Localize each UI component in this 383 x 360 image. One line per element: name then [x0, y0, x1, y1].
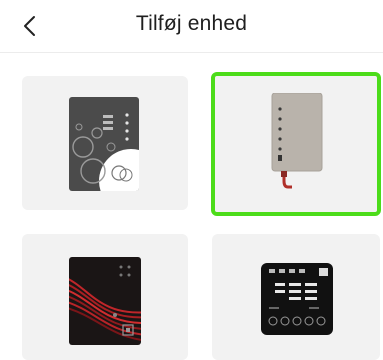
device-image-beige-indicator-unit: [271, 93, 323, 189]
device-card-4[interactable]: [212, 234, 380, 360]
page-title: Tilføj enhed: [135, 12, 248, 35]
device-image-red-wave-panel: [69, 257, 141, 345]
device-grid: [0, 52, 383, 360]
device-card-2[interactable]: [211, 72, 381, 216]
device-card-3[interactable]: [22, 234, 188, 360]
app-header: Tilføj enhed: [0, 0, 383, 53]
device-card-1[interactable]: [22, 76, 188, 210]
device-image-black-display-controller: [261, 263, 333, 335]
device-image-gray-white-circles: [69, 97, 139, 191]
